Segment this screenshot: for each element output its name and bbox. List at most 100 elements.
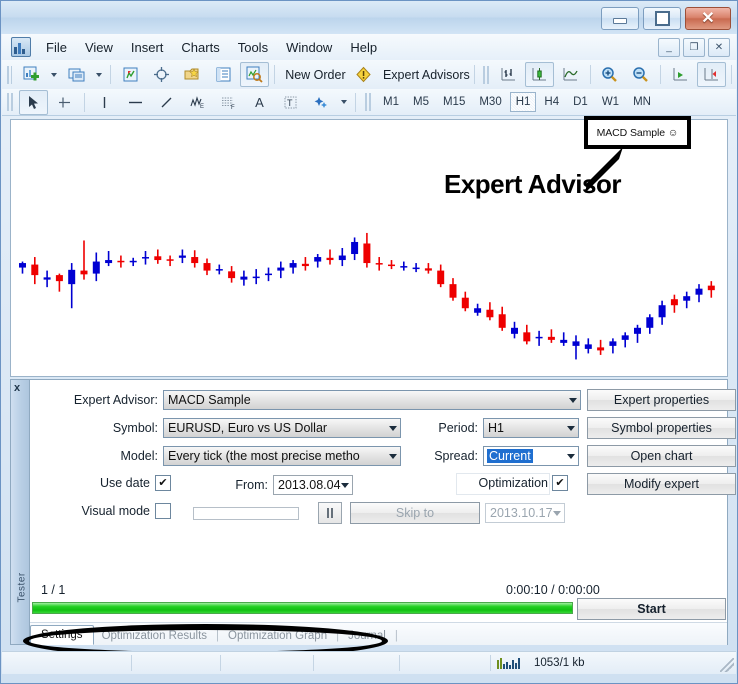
timeframe-w1[interactable]: W1 bbox=[596, 92, 625, 112]
model-row: Model: Every tick (the most precise meth… bbox=[30, 446, 401, 466]
open-chart-button[interactable]: Open chart bbox=[587, 445, 736, 467]
text-label-icon: T bbox=[283, 95, 298, 110]
line-studies-grip[interactable] bbox=[7, 93, 14, 111]
pause-button[interactable] bbox=[318, 502, 342, 524]
candlestick-chart-icon bbox=[531, 66, 548, 83]
new-order-button[interactable]: New Order bbox=[280, 62, 347, 87]
strategy-tester-button[interactable] bbox=[240, 62, 269, 87]
timeframe-m30[interactable]: M30 bbox=[473, 92, 507, 112]
maximize-button[interactable] bbox=[643, 7, 681, 30]
skip-to-button[interactable]: Skip to bbox=[350, 502, 480, 524]
text-label-button[interactable]: T bbox=[276, 90, 305, 115]
fibonacci-button[interactable]: F bbox=[214, 90, 243, 115]
candlestick-chart-button[interactable] bbox=[525, 62, 554, 87]
data-window-button[interactable] bbox=[209, 62, 238, 87]
new-chart-dropdown-icon[interactable] bbox=[51, 73, 57, 77]
chevron-down-icon bbox=[567, 447, 575, 465]
toolbar-separator bbox=[355, 93, 356, 112]
expert-advisor-select[interactable]: MACD Sample bbox=[163, 390, 581, 410]
traffic-label: 1053/1 kb bbox=[534, 657, 585, 669]
tab-journal[interactable]: Journal bbox=[340, 627, 394, 645]
period-select[interactable]: H1 bbox=[483, 418, 579, 438]
profiles-dropdown-icon[interactable] bbox=[96, 73, 102, 77]
minimize-button[interactable] bbox=[601, 7, 639, 30]
menu-bar: File View Insert Charts Tools Window Hel… bbox=[2, 34, 736, 60]
horizontal-line-button[interactable] bbox=[121, 90, 150, 115]
alert-button[interactable] bbox=[349, 62, 378, 87]
zoom-out-icon bbox=[632, 66, 649, 83]
crosshair-button[interactable] bbox=[147, 62, 176, 87]
tab-optimization-results[interactable]: Optimization Results bbox=[94, 627, 215, 645]
auto-scroll-button[interactable] bbox=[666, 62, 695, 87]
shapes-dropdown-icon[interactable] bbox=[341, 100, 347, 104]
skip-to-date-select[interactable]: 2013.10.17 bbox=[485, 503, 565, 523]
status-cell-3 bbox=[221, 655, 313, 671]
visual-speed-slider[interactable] bbox=[193, 507, 299, 520]
cursor-tool-button[interactable] bbox=[19, 90, 48, 115]
expert-properties-button[interactable]: Expert properties bbox=[587, 389, 736, 411]
start-button[interactable]: Start bbox=[577, 598, 726, 620]
timeframe-d1[interactable]: D1 bbox=[567, 92, 594, 112]
symbol-properties-button[interactable]: Symbol properties bbox=[587, 417, 736, 439]
resize-grip[interactable] bbox=[720, 658, 734, 672]
expert-advisors-button[interactable]: Expert Advisors bbox=[380, 62, 469, 87]
tester-close-icon[interactable]: x bbox=[14, 382, 20, 394]
text-button[interactable]: A bbox=[245, 90, 274, 115]
navigator-button[interactable] bbox=[178, 62, 207, 87]
expert-advisor-row: Expert Advisor: MACD Sample bbox=[30, 390, 583, 410]
chevron-down-icon bbox=[341, 476, 349, 494]
close-button[interactable]: ✕ bbox=[685, 7, 731, 30]
timeframe-grip[interactable] bbox=[365, 93, 372, 111]
toolbar-grip[interactable] bbox=[7, 66, 12, 84]
status-cell-4 bbox=[314, 655, 399, 671]
vertical-line-button[interactable] bbox=[90, 90, 119, 115]
elliott-wave-button[interactable]: E bbox=[183, 90, 212, 115]
status-separator bbox=[490, 655, 491, 671]
svg-text:F: F bbox=[231, 105, 235, 110]
timeframe-h1[interactable]: H1 bbox=[510, 92, 537, 112]
new-chart-button[interactable] bbox=[17, 62, 46, 87]
tab-settings[interactable]: Settings bbox=[30, 625, 94, 645]
chevron-down-icon bbox=[567, 419, 575, 437]
timeframe-m1[interactable]: M1 bbox=[377, 92, 405, 112]
timeframe-mn[interactable]: MN bbox=[627, 92, 657, 112]
spread-select[interactable]: Current bbox=[483, 446, 579, 466]
crosshair-tool-button[interactable] bbox=[50, 90, 79, 115]
zoom-in-button[interactable] bbox=[595, 62, 624, 87]
use-date-checkbox[interactable]: ✔ bbox=[155, 475, 171, 491]
menu-item-file[interactable]: File bbox=[37, 37, 76, 58]
tab-optimization-graph[interactable]: Optimization Graph bbox=[220, 627, 335, 645]
optimization-checkbox[interactable]: ✔ bbox=[552, 475, 568, 491]
toolbar-grip-2[interactable] bbox=[483, 66, 488, 84]
price-chart[interactable] bbox=[10, 119, 728, 377]
period-label: Period: bbox=[430, 421, 478, 435]
timeframe-m5[interactable]: M5 bbox=[407, 92, 435, 112]
menu-item-view[interactable]: View bbox=[76, 37, 122, 58]
timeframe-h4[interactable]: H4 bbox=[538, 92, 565, 112]
timeframe-m15[interactable]: M15 bbox=[437, 92, 471, 112]
callout-label: MACD Sample ☺ bbox=[597, 127, 679, 139]
menu-item-charts[interactable]: Charts bbox=[172, 37, 228, 58]
mdi-restore-button[interactable]: ❐ bbox=[683, 38, 705, 57]
profiles-icon bbox=[68, 66, 85, 83]
visual-mode-checkbox[interactable] bbox=[155, 503, 171, 519]
modify-expert-button[interactable]: Modify expert bbox=[587, 473, 736, 495]
trendline-button[interactable] bbox=[152, 90, 181, 115]
symbol-select[interactable]: EURUSD, Euro vs US Dollar bbox=[163, 418, 401, 438]
menu-item-help[interactable]: Help bbox=[341, 37, 386, 58]
line-chart-button[interactable] bbox=[556, 62, 585, 87]
annotation-heading: Expert Advisor bbox=[444, 169, 621, 200]
model-select[interactable]: Every tick (the most precise metho bbox=[163, 446, 401, 466]
menu-item-tools[interactable]: Tools bbox=[229, 37, 277, 58]
chart-shift-button[interactable] bbox=[697, 62, 726, 87]
menu-item-window[interactable]: Window bbox=[277, 37, 341, 58]
profiles-button[interactable] bbox=[62, 62, 91, 87]
menu-item-insert[interactable]: Insert bbox=[122, 37, 173, 58]
mdi-minimize-button[interactable]: _ bbox=[658, 38, 680, 57]
market-watch-button[interactable] bbox=[116, 62, 145, 87]
shapes-button[interactable] bbox=[307, 90, 336, 115]
zoom-out-button[interactable] bbox=[626, 62, 655, 87]
from-date-select[interactable]: 2013.08.04 bbox=[273, 475, 353, 495]
mdi-close-button[interactable]: ✕ bbox=[708, 38, 730, 57]
bar-chart-button[interactable] bbox=[494, 62, 523, 87]
